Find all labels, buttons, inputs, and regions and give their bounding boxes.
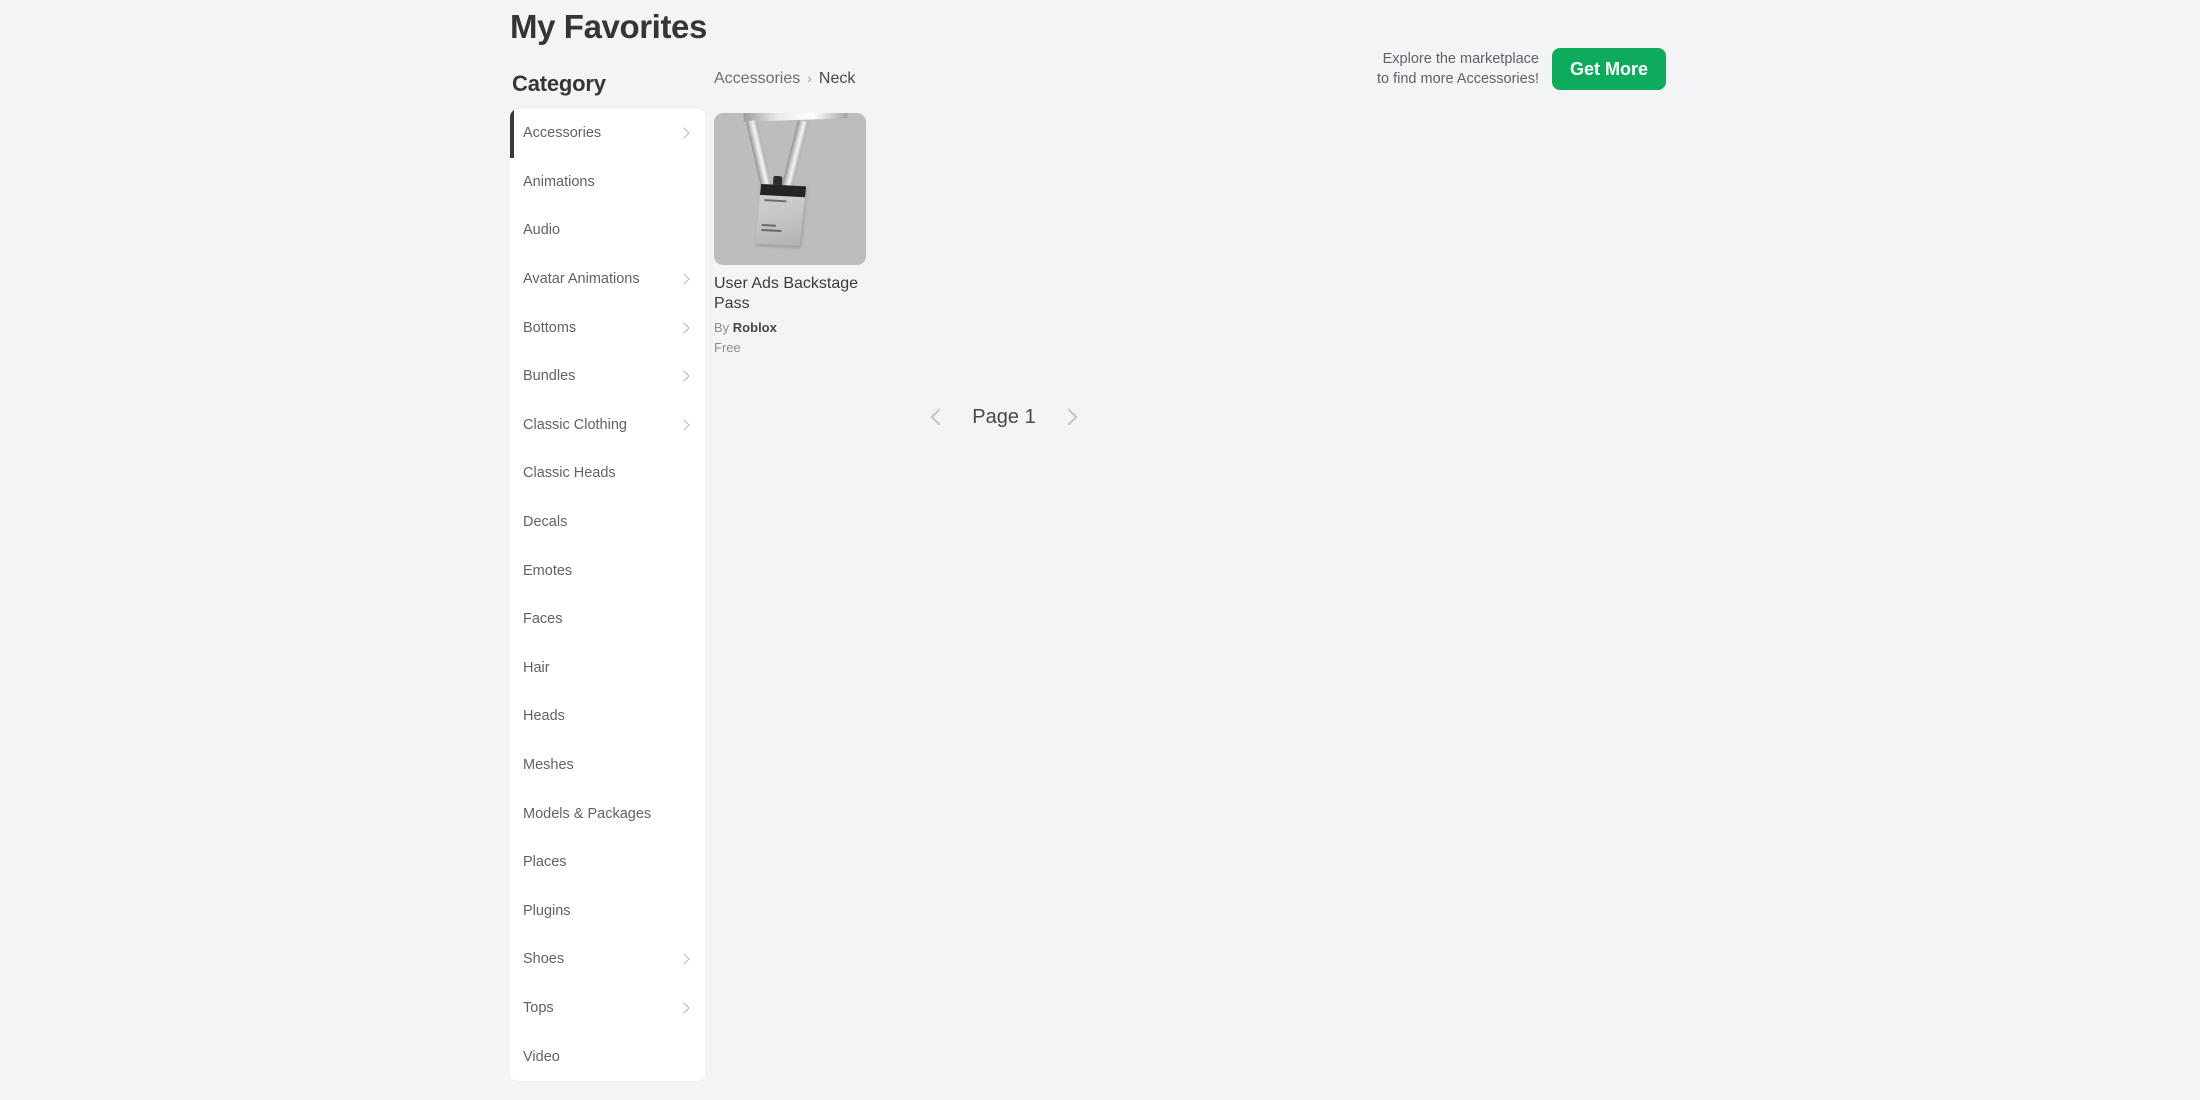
sidebar-item-shoes[interactable]: Shoes	[510, 935, 705, 984]
sidebar-item-label: Faces	[523, 611, 563, 628]
sidebar-item-decals[interactable]: Decals	[510, 498, 705, 547]
badge-header-bar	[759, 183, 807, 198]
sidebar-item-label: Places	[523, 854, 567, 871]
item-title: User Ads Backstage Pass	[714, 275, 859, 312]
sidebar-item-tops[interactable]: Tops	[510, 984, 705, 1033]
sidebar-item-label: Decals	[523, 514, 568, 531]
sidebar-item-bundles[interactable]: Bundles	[510, 352, 705, 401]
chevron-right-icon	[678, 370, 691, 383]
sidebar-item-audio[interactable]: Audio	[510, 206, 705, 255]
sidebar-item-plugins[interactable]: Plugins	[510, 887, 705, 936]
category-list: Accessories Animations Audio Avatar Animati…	[510, 109, 705, 1081]
main-content: Accessories › Neck Explore the marketplace…	[714, 0, 2200, 1100]
sidebar-item-models-packages[interactable]: Models & Packages	[510, 789, 705, 838]
sidebar-item-label: Plugins	[523, 902, 571, 919]
sidebar-item-label: Classic Heads	[523, 465, 616, 482]
page-indicator: Page 1	[972, 406, 1036, 428]
sidebar-item-label: Shoes	[523, 951, 565, 968]
sidebar-item-label: Heads	[523, 708, 565, 725]
category-sidebar: Category Accessories Animations Audio Avata…	[510, 70, 705, 1081]
badge-card-icon	[754, 183, 807, 247]
sidebar-item-video[interactable]: Video	[510, 1032, 705, 1081]
chevron-right-icon	[678, 1001, 691, 1014]
sidebar-heading: Category	[512, 71, 606, 96]
sidebar-item-emotes[interactable]: Emotes	[510, 546, 705, 595]
item-thumbnail[interactable]	[714, 113, 866, 265]
sidebar-item-label: Bottoms	[523, 319, 577, 336]
sidebar-item-meshes[interactable]: Meshes	[510, 741, 705, 790]
favorites-page: My Favorites Category Accessories Animati…	[0, 0, 2200, 1100]
sidebar-item-label: Tops	[523, 999, 554, 1016]
sidebar-item-animations[interactable]: Animations	[510, 158, 705, 207]
chevron-right-icon	[678, 953, 691, 966]
chevron-right-icon	[678, 127, 691, 140]
sidebar-item-label: Meshes	[523, 757, 574, 774]
item-creator-name[interactable]: Roblox	[733, 320, 777, 335]
sidebar-item-label: Hair	[523, 659, 550, 676]
breadcrumb-item-neck[interactable]: Neck	[819, 70, 855, 87]
breadcrumb: Accessories › Neck	[714, 68, 855, 89]
pagination: Page 1	[714, 405, 1294, 429]
badge-text-line	[761, 229, 782, 232]
sidebar-item-label: Audio	[523, 222, 561, 239]
sidebar-item-label: Animations	[523, 173, 595, 190]
sidebar-item-label: Emotes	[523, 562, 573, 579]
favorites-grid: User Ads Backstage Pass By Roblox Free	[714, 113, 866, 356]
sidebar-item-bottoms[interactable]: Bottoms	[510, 303, 705, 352]
sidebar-item-accessories[interactable]: Accessories	[510, 109, 705, 158]
chevron-right-icon	[678, 321, 691, 334]
sidebar-item-classic-heads[interactable]: Classic Heads	[510, 449, 705, 498]
item-creator-prefix: By	[714, 320, 730, 335]
sidebar-item-label: Models & Packages	[523, 805, 652, 822]
chevron-right-icon[interactable]	[1062, 408, 1080, 426]
item-card[interactable]: User Ads Backstage Pass By Roblox Free	[714, 113, 866, 356]
breadcrumb-separator: ›	[807, 70, 812, 86]
sidebar-item-label: Video	[523, 1048, 560, 1065]
promo-text: Explore the marketplace to find more Acc…	[1377, 49, 1539, 89]
chevron-left-icon[interactable]	[928, 408, 946, 426]
sidebar-item-places[interactable]: Places	[510, 838, 705, 887]
get-more-button[interactable]: Get More	[1552, 48, 1667, 90]
sidebar-item-hair[interactable]: Hair	[510, 644, 705, 693]
sidebar-item-label: Avatar Animations	[523, 271, 640, 288]
item-price: Free	[714, 340, 741, 355]
chevron-right-icon	[678, 273, 691, 286]
page-title: My Favorites	[510, 8, 707, 45]
sidebar-item-faces[interactable]: Faces	[510, 595, 705, 644]
badge-text-line	[761, 224, 776, 227]
sidebar-item-label: Classic Clothing	[523, 416, 627, 433]
chevron-right-icon	[678, 418, 691, 431]
sidebar-item-avatar-animations[interactable]: Avatar Animations	[510, 255, 705, 304]
sidebar-item-classic-clothing[interactable]: Classic Clothing	[510, 401, 705, 450]
sidebar-item-label: Accessories	[523, 125, 602, 142]
badge-text-line	[764, 199, 787, 202]
promo-text-line1: Explore the marketplace	[1382, 51, 1539, 67]
promo-text-line2: to find more Accessories!	[1377, 71, 1539, 87]
sidebar-item-label: Bundles	[523, 368, 576, 385]
marketplace-promo: Explore the marketplace to find more Acc…	[1377, 48, 1667, 90]
sidebar-item-heads[interactable]: Heads	[510, 692, 705, 741]
breadcrumb-item-accessories[interactable]: Accessories	[714, 70, 800, 87]
item-creator: By Roblox	[714, 320, 866, 336]
